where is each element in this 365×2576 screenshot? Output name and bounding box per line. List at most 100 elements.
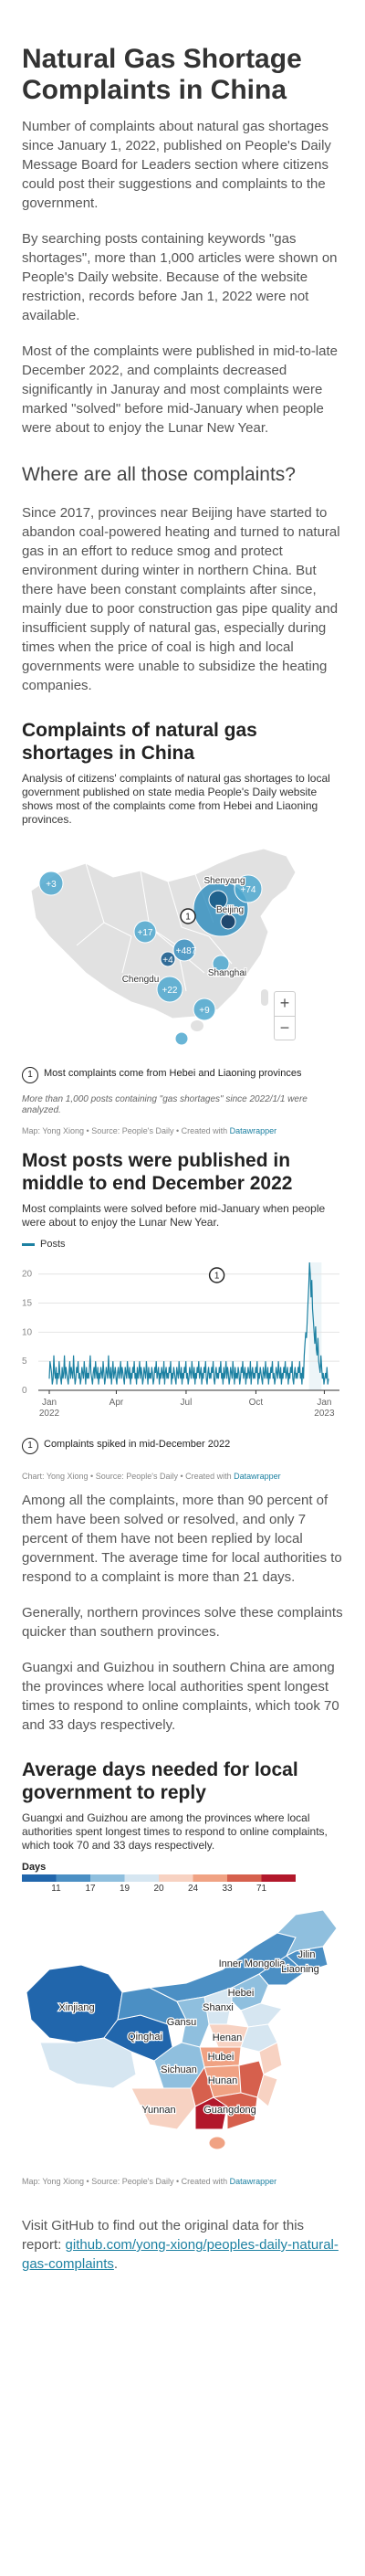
zoom-out-button[interactable]: − [275, 1016, 295, 1040]
days-color-scale: 11 17 19 20 24 33 71 [22, 1874, 296, 1894]
chart2-annotation: 1 Complaints spiked in mid-December 2022 [22, 1438, 343, 1454]
legend-label: Posts [40, 1239, 66, 1250]
posts-chart-block: Most posts were published in middle to e… [22, 1149, 343, 1482]
label-hebei: Hebei [228, 1988, 255, 1999]
x-tick-label: Jul [181, 1398, 193, 1408]
paragraph-2: By searching posts containing keywords "… [22, 231, 338, 323]
posts-line-chart[interactable]: 05101520Jan2022Apr Jul Oct Jan20231 [22, 1253, 343, 1427]
scale-swatch [261, 1874, 296, 1882]
label-gansu: Gansu [167, 2017, 196, 2028]
chart2-legend: Posts [22, 1239, 343, 1250]
x-tick-label: 2022 [39, 1409, 60, 1419]
datawrapper-link[interactable]: Datawrapper [230, 1126, 277, 1135]
label-henan: Henan [213, 2032, 242, 2043]
map2-legend-title: Days [22, 1862, 47, 1873]
scale-label: 71 [256, 1884, 267, 1893]
zoom-in-button[interactable]: + [275, 992, 295, 1016]
bubble-label-xinjiang: +3 [46, 880, 57, 890]
bubble-label-sichuan: +22 [162, 986, 178, 996]
label-inner-mongolia: Inner Mongolia [219, 1958, 287, 1969]
bubble-label-shaanxi: +4 [162, 955, 173, 966]
bubble-guangxi[interactable] [174, 1031, 189, 1046]
label-qinghai: Qinghai [128, 2032, 162, 2043]
bubble-label-henan: +487 [176, 946, 197, 956]
footer-end: . [113, 2256, 119, 2272]
province-hainan[interactable] [208, 2136, 226, 2150]
map2-credit: Map: Yong Xiong • Source: People's Daily… [22, 2176, 343, 2187]
x-tick-label: Apr [110, 1398, 124, 1408]
label-guangdong: Guangdong [203, 2105, 256, 2116]
paragraph-7: Guangxi and Guizhou in southern China ar… [22, 1660, 339, 1733]
map1-annotation: 1 Most complaints come from Hebei and Li… [22, 1067, 343, 1083]
map1-title: Complaints of natural gas shortages in C… [22, 720, 257, 764]
chart2-credit: Chart: Yong Xiong • Source: People's Dai… [22, 1471, 343, 1482]
paragraph-6: Generally, northern provinces solve thes… [22, 1605, 343, 1640]
china-choropleth-map[interactable]: Xinjiang Qinghai Sichuan Yunnan Guangdon… [22, 1901, 343, 2166]
posts-series-line[interactable] [48, 1262, 329, 1385]
page-title: Natural Gas Shortage Complaints in China [22, 44, 302, 105]
place-label-shanghai: Shanghai [208, 968, 246, 978]
label-xinjiang: Xinjiang [58, 2002, 94, 2013]
y-tick-label: 0 [22, 1386, 27, 1396]
paragraph-5: Among all the complaints, more than 90 p… [22, 1493, 342, 1585]
bubble-label-gansu: +17 [138, 928, 153, 938]
label-hunan: Hunan [208, 2075, 237, 2086]
scale-label: 17 [85, 1884, 96, 1893]
datawrapper-link[interactable]: Datawrapper [234, 1472, 281, 1481]
map1-area[interactable]: +3 +17 +487 +4 +22 +9 +74 Shenyang Beiji… [22, 836, 343, 1055]
intro-paragraph: Number of complaints about natural gas s… [22, 119, 331, 211]
section-subheading: Where are all those complaints? [22, 464, 296, 485]
chart2-annotation-marker-text: 1 [214, 1272, 220, 1282]
scale-label: 24 [188, 1884, 199, 1893]
paragraph-4: Since 2017, provinces near Beijing have … [22, 505, 340, 693]
map1-credit: Map: Yong Xiong • Source: People's Daily… [22, 1125, 343, 1136]
x-tick-label: 2023 [314, 1409, 335, 1419]
scale-swatch [22, 1874, 57, 1882]
annotation-number: 1 [22, 1067, 38, 1083]
y-tick-label: 5 [22, 1357, 27, 1367]
hainan-shape [191, 1020, 203, 1031]
scale-swatch [193, 1874, 227, 1882]
y-tick-label: 10 [22, 1327, 33, 1337]
x-tick-label: Jan [42, 1398, 57, 1408]
x-tick-label: Oct [249, 1398, 264, 1408]
bubble-tianjin[interactable] [220, 913, 236, 930]
y-tick-label: 15 [22, 1299, 33, 1309]
scale-swatch [159, 1874, 193, 1882]
chart2-description: Most complaints were solved before mid-J… [22, 1202, 326, 1229]
credit-text: Map: Yong Xiong • Source: People's Daily… [22, 2177, 230, 2186]
reply-days-map-block: Average days needed for local government… [22, 1758, 343, 2187]
scale-label: 33 [222, 1884, 233, 1893]
x-tick-label: Jan [317, 1398, 331, 1408]
place-label-chengdu: Chengdu [122, 975, 160, 985]
map1-zoom-controls: + − [274, 991, 296, 1040]
annotation-number: 1 [22, 1438, 38, 1454]
article: Natural Gas Shortage Complaints in China… [0, 0, 365, 2274]
scale-swatch [56, 1874, 90, 1882]
map2-title: Average days needed for local government… [22, 1759, 298, 1803]
label-sichuan: Sichuan [161, 2064, 197, 2075]
label-shanxi: Shanxi [203, 2002, 234, 2013]
scale-label: 11 [51, 1884, 61, 1893]
place-label-shenyang: Shenyang [203, 876, 245, 886]
map1-description: Analysis of citizens' complaints of natu… [22, 772, 330, 826]
credit-text: Map: Yong Xiong • Source: People's Daily… [22, 1126, 230, 1135]
bubble-label-liaoning: +74 [241, 885, 256, 895]
chart2-title: Most posts were published in middle to e… [22, 1150, 293, 1194]
footer-paragraph: Visit GitHub to find out the original da… [22, 2216, 343, 2274]
label-jilin: Jilin [298, 1949, 316, 1960]
label-hubei: Hubei [208, 2052, 235, 2063]
scale-swatch [227, 1874, 262, 1882]
label-liaoning: Liaoning [281, 1964, 319, 1975]
github-link[interactable]: github.com/yong-xiong/peoples-daily-natu… [22, 2237, 339, 2272]
taiwan-shape [261, 989, 268, 1006]
legend-swatch [22, 1242, 35, 1246]
datawrapper-link[interactable]: Datawrapper [230, 2177, 277, 2186]
paragraph-3: Most of the complaints were published in… [22, 343, 338, 436]
place-label-beijing: Beijing [216, 905, 244, 915]
map1-annotation-marker-text: 1 [185, 913, 191, 923]
label-yunnan: Yunnan [141, 2105, 175, 2116]
complaints-map-block: Complaints of natural gas shortages in C… [22, 719, 343, 1136]
scale-label: 19 [120, 1884, 130, 1893]
y-tick-label: 20 [22, 1270, 33, 1280]
